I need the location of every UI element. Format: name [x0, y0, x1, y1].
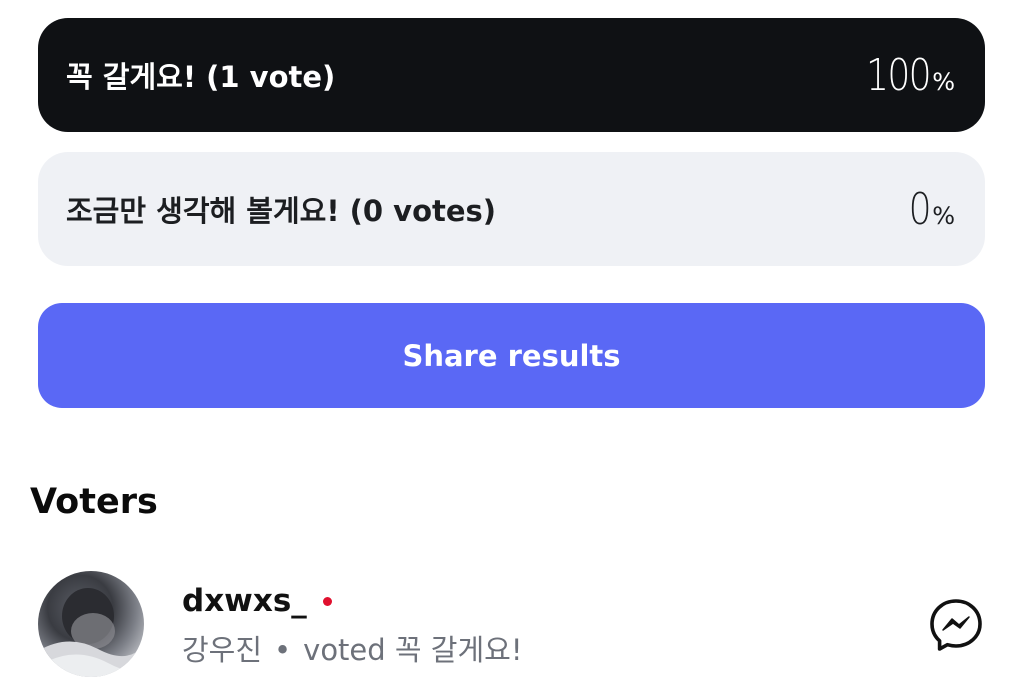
- poll-option-1[interactable]: 꼭 갈게요! (1 vote) 100 %: [38, 18, 985, 132]
- messenger-icon[interactable]: [928, 597, 984, 653]
- vote-text: voted 꼭 갈게요!: [303, 633, 523, 667]
- voter-display-name: 강우진: [182, 633, 263, 667]
- poll-option-percent: 0 %: [904, 184, 955, 235]
- online-status-dot: [322, 596, 332, 606]
- voter-subtitle: 강우진 • voted 꼭 갈게요!: [182, 627, 522, 669]
- voter-list-item[interactable]: dxwxs_ 강우진 • voted 꼭 갈게요!: [0, 565, 1024, 688]
- avatar[interactable]: [38, 571, 144, 677]
- poll-option-percent: 100 %: [852, 50, 955, 101]
- poll-option-label: 조금만 생각해 볼게요! (0 votes): [66, 194, 497, 228]
- share-results-button[interactable]: Share results: [38, 303, 985, 408]
- username-text: dxwxs_: [182, 583, 307, 619]
- poll-option-2[interactable]: 조금만 생각해 볼게요! (0 votes) 0 %: [38, 152, 985, 266]
- voter-username[interactable]: dxwxs_: [182, 583, 332, 619]
- separator: •: [274, 633, 292, 667]
- percent-value: 100: [866, 49, 932, 101]
- percent-value: 0: [908, 183, 932, 235]
- avatar-photo: [38, 588, 144, 677]
- voters-heading: Voters: [30, 482, 158, 522]
- percent-sign: %: [932, 67, 955, 96]
- poll-option-label: 꼭 갈게요! (1 vote): [66, 60, 336, 94]
- percent-sign: %: [932, 201, 955, 230]
